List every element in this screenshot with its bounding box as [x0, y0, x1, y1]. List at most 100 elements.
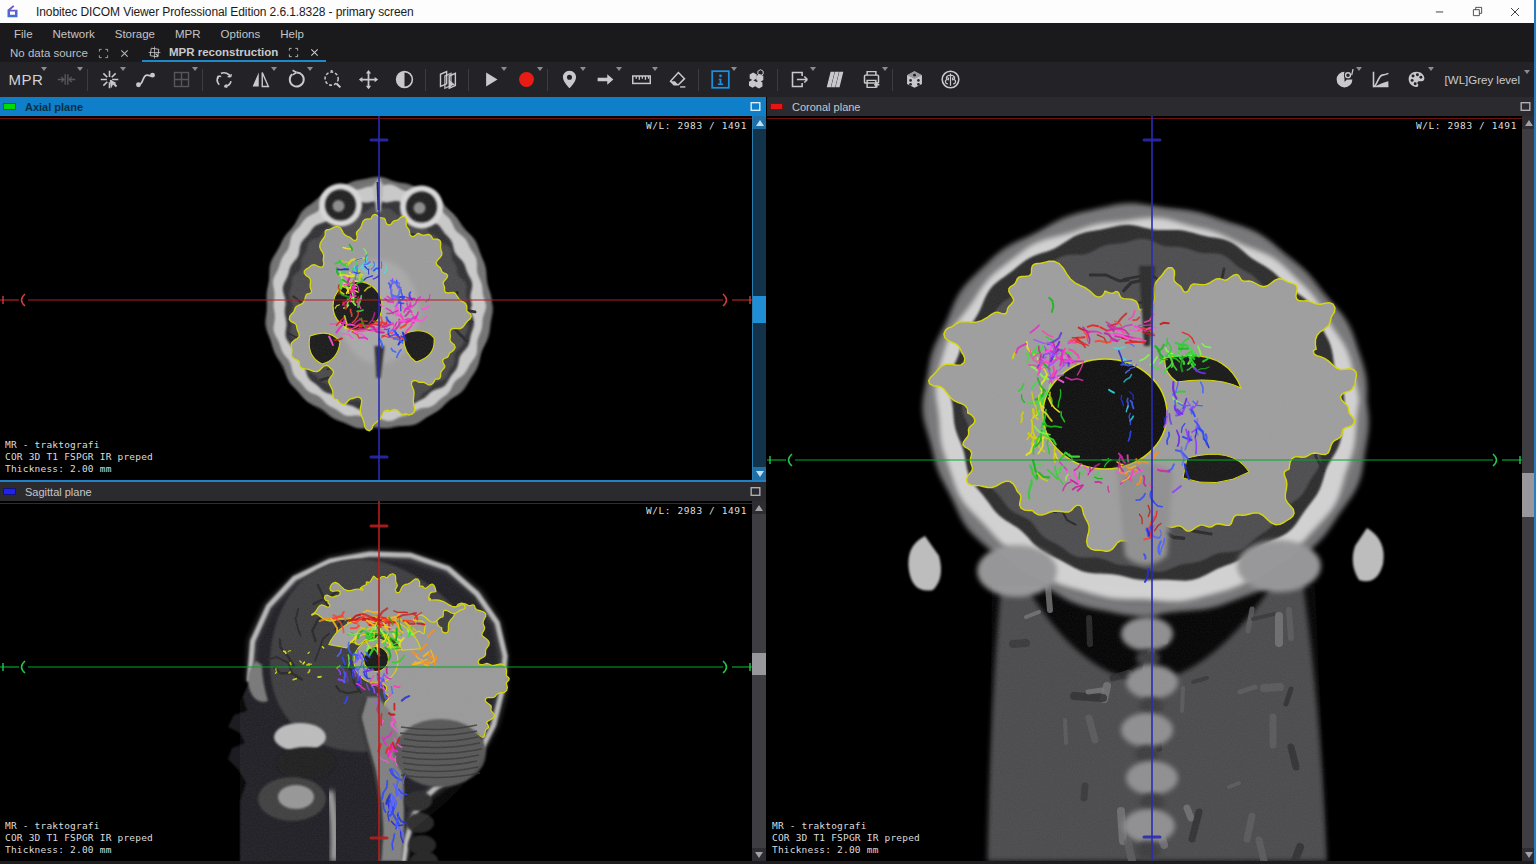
menu-storage[interactable]: Storage [105, 23, 165, 44]
dropdown-caret[interactable] [652, 67, 658, 71]
dropdown-caret[interactable] [307, 67, 313, 71]
menu-help[interactable]: Help [270, 23, 314, 44]
axial-viewport-image[interactable] [0, 116, 752, 480]
zoom-button[interactable] [314, 65, 350, 95]
coronal-viewport-image[interactable] [767, 116, 1522, 861]
mpr-menu-label: MPR [9, 71, 44, 88]
pages-button[interactable] [817, 65, 853, 95]
dropdown-caret[interactable] [1356, 67, 1362, 71]
histogram-button[interactable] [1363, 65, 1399, 95]
close-icon[interactable] [119, 48, 130, 59]
dropdown-caret[interactable] [501, 67, 507, 71]
tab-no-data-source[interactable]: No data source [0, 44, 136, 62]
arrow-button[interactable] [587, 65, 623, 95]
dropdown-caret[interactable] [616, 67, 622, 71]
dropdown-caret[interactable] [77, 67, 83, 71]
dropdown-caret[interactable] [537, 67, 543, 71]
minimize-window-button[interactable] [1420, 0, 1458, 23]
coronal-pane-header[interactable]: Coronal plane [767, 97, 1536, 116]
gauge-button[interactable] [1327, 65, 1363, 95]
dropdown-caret[interactable] [1524, 70, 1530, 74]
dropdown-caret[interactable] [192, 67, 198, 71]
cube-button[interactable] [896, 65, 932, 95]
mpr-slices-button[interactable] [429, 65, 465, 95]
dropdown-caret[interactable] [882, 67, 888, 71]
pan-button[interactable] [350, 65, 386, 95]
maximize-window-button[interactable] [1458, 0, 1496, 23]
sagittal-scrollbar[interactable] [752, 501, 766, 861]
play-button[interactable] [472, 65, 508, 95]
rotate-3d-icon [214, 69, 235, 90]
expand-icon[interactable] [98, 48, 109, 59]
sagittal-pane-title: Sagittal plane [25, 486, 92, 498]
export-button[interactable] [781, 65, 817, 95]
scroll-thumb[interactable] [753, 296, 766, 323]
scroll-track[interactable] [752, 514, 766, 848]
wl-preset-button[interactable]: [WL]Grey level [1435, 74, 1524, 86]
scroll-down-button[interactable] [752, 848, 766, 861]
dropdown-caret[interactable] [120, 67, 126, 71]
scan-info-line: COR 3D T1 FSPGR IR preped [772, 832, 920, 844]
mpr-menu-button[interactable]: MPR [4, 65, 48, 95]
scan-info-line: MR - traktografi [772, 820, 920, 832]
molecule-button[interactable] [738, 65, 774, 95]
link-views-icon [56, 69, 77, 90]
main-toolbar: MPR [WL]Grey level [0, 62, 1536, 97]
axial-viewport[interactable]: W/L: 2983 / 1491MR - traktografiCOR 3D T… [0, 116, 766, 480]
brain-button[interactable] [932, 65, 968, 95]
dropdown-caret[interactable] [41, 67, 47, 71]
dropdown-caret[interactable] [1428, 67, 1434, 71]
axial-scrollbar[interactable] [752, 116, 766, 480]
flip-icon [250, 69, 271, 90]
maximize-pane-icon[interactable] [1519, 99, 1533, 113]
menu-network[interactable]: Network [43, 23, 105, 44]
palette-button[interactable] [1399, 65, 1435, 95]
close-window-button[interactable] [1496, 0, 1534, 23]
scroll-up-button[interactable] [753, 116, 766, 129]
toolbar-separator [892, 69, 893, 91]
coronal-viewport[interactable]: W/L: 2983 / 1491MR - traktografiCOR 3D T… [767, 116, 1536, 861]
maximize-pane-icon[interactable] [749, 99, 763, 113]
expand-icon[interactable] [288, 47, 299, 58]
print-button[interactable] [853, 65, 889, 95]
axial-scan-info: MR - traktografiCOR 3D T1 FSPGR IR prepe… [5, 439, 153, 475]
link-views-button[interactable] [48, 65, 84, 95]
pages-icon [825, 69, 846, 90]
sagittal-pane-header[interactable]: Sagittal plane [0, 482, 766, 501]
curve-button[interactable] [127, 65, 163, 95]
rotate-3d-button[interactable] [206, 65, 242, 95]
crosshair-pointer-button[interactable] [91, 65, 127, 95]
flip-button[interactable] [242, 65, 278, 95]
layout-grid-icon [171, 69, 192, 90]
rotate-ccw-button[interactable] [278, 65, 314, 95]
sagittal-viewport-image[interactable] [0, 501, 752, 861]
eraser-button[interactable] [659, 65, 695, 95]
info-button[interactable] [702, 65, 738, 95]
scroll-up-button[interactable] [752, 501, 766, 514]
sagittal-viewport[interactable]: W/L: 2983 / 1491MR - traktografiCOR 3D T… [0, 501, 766, 861]
brain-icon [940, 69, 961, 90]
dropdown-caret[interactable] [580, 67, 586, 71]
close-icon[interactable] [309, 47, 320, 58]
dropdown-caret[interactable] [810, 67, 816, 71]
scroll-down-button[interactable] [753, 467, 766, 480]
tab-mpr-reconstruction[interactable]: MPR reconstruction [142, 44, 326, 62]
ruler-button[interactable] [623, 65, 659, 95]
axial-pane-header[interactable]: Axial plane [0, 97, 766, 116]
menu-file[interactable]: File [0, 23, 43, 44]
molecule-icon [746, 69, 767, 90]
menu-mpr[interactable]: MPR [165, 23, 211, 44]
scroll-thumb[interactable] [752, 653, 766, 675]
maximize-pane-icon[interactable] [749, 484, 763, 498]
dropdown-caret[interactable] [731, 67, 737, 71]
marker-button[interactable] [551, 65, 587, 95]
scroll-track[interactable] [753, 129, 766, 467]
mpr-tab-icon [148, 46, 161, 59]
menu-options[interactable]: Options [211, 23, 271, 44]
contrast-button[interactable] [386, 65, 422, 95]
dropdown-caret[interactable] [271, 67, 277, 71]
ruler-icon [631, 69, 652, 90]
curve-icon [135, 69, 156, 90]
layout-grid-button[interactable] [163, 65, 199, 95]
record-button[interactable] [508, 65, 544, 95]
